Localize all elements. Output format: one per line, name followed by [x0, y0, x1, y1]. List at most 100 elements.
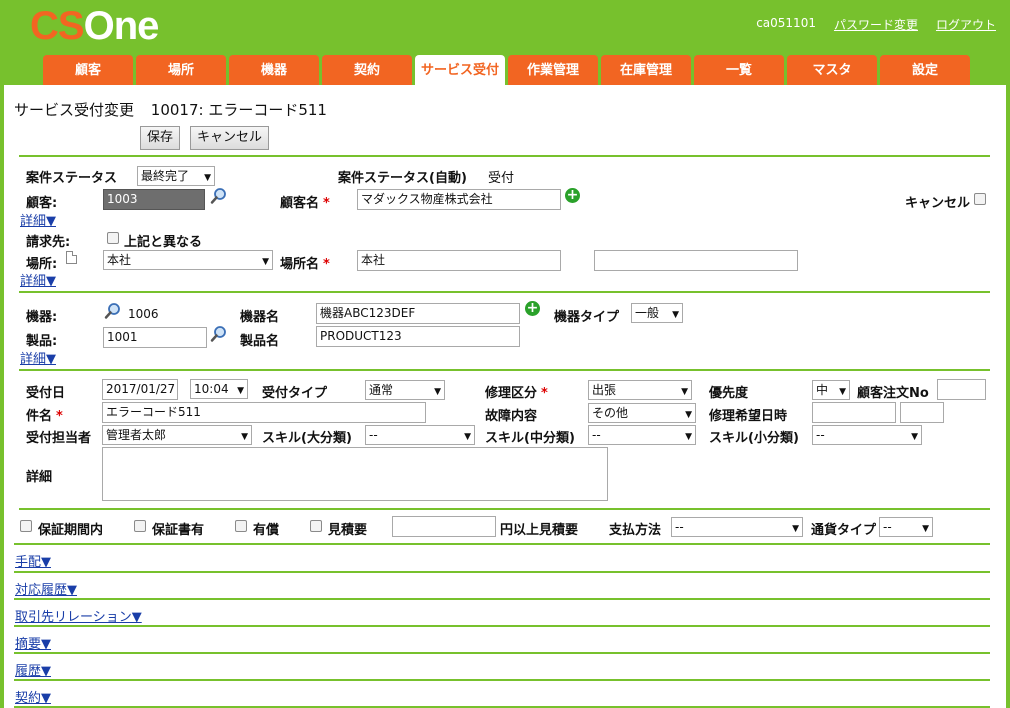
detail-label: 詳細: [26, 470, 53, 485]
section-contract-link[interactable]: 契約▼: [15, 687, 51, 706]
logout-link[interactable]: ログアウト: [936, 16, 996, 33]
product-label: 製品:: [26, 334, 58, 349]
location-details-link[interactable]: 詳細▼: [20, 270, 56, 289]
product-name-field[interactable]: PRODUCT123: [316, 326, 520, 347]
save-button[interactable]: 保存: [140, 126, 181, 150]
section-arrangement-link[interactable]: 手配▼: [15, 551, 51, 570]
add-customer-icon[interactable]: +: [565, 188, 580, 203]
reception-type-select[interactable]: 通常: [365, 380, 445, 400]
divider: [14, 652, 990, 654]
section-summary-link[interactable]: 摘要▼: [15, 633, 51, 652]
main-content: サービス受付変更 10017: エラーコード511 保存 キャンセル 案件ステー…: [4, 85, 1006, 708]
customer-order-label: 顧客注文No: [857, 386, 929, 401]
top-nav: ca051101 パスワード変更 ログアウト: [756, 16, 996, 33]
product-id-field[interactable]: 1001: [103, 327, 207, 348]
payment-method-select[interactable]: --: [671, 517, 803, 537]
case-status-auto-value: 受付: [488, 171, 515, 186]
add-equipment-icon[interactable]: +: [525, 301, 540, 316]
skill-mid-label: スキル(中分類): [485, 431, 575, 446]
location-select[interactable]: 本社: [103, 250, 273, 270]
reception-time-select[interactable]: 10:04: [190, 379, 248, 399]
tab-list[interactable]: 一覧: [694, 55, 784, 85]
tab-contract[interactable]: 契約: [322, 55, 412, 85]
search-product-icon[interactable]: [210, 325, 228, 343]
skill-major-select[interactable]: --: [365, 425, 475, 445]
paid-checkbox[interactable]: [235, 520, 247, 532]
section-partner-relation-link[interactable]: 取引先リレーション▼: [15, 606, 142, 625]
skill-mid-select[interactable]: --: [588, 425, 696, 445]
payment-method-label: 支払方法: [609, 523, 662, 538]
customer-details-link[interactable]: 詳細▼: [20, 210, 56, 229]
currency-type-select[interactable]: --: [879, 517, 933, 537]
search-equipment-icon[interactable]: [104, 302, 122, 320]
tab-settings[interactable]: 設定: [880, 55, 970, 85]
subject-field[interactable]: エラーコード511: [102, 402, 426, 423]
tab-master[interactable]: マスタ: [787, 55, 877, 85]
main-tabs: 顧客 場所 機器 契約 サービス受付 作業管理 在庫管理 一覧 マスタ 設定: [43, 55, 970, 85]
fault-select[interactable]: その他: [588, 403, 696, 423]
document-icon[interactable]: [66, 251, 77, 264]
location-extra-field[interactable]: [594, 250, 798, 271]
repair-class-select[interactable]: 出張: [588, 380, 692, 400]
divider: [19, 508, 990, 510]
billing-differs-checkbox[interactable]: [107, 232, 119, 244]
warranty-period-checkbox[interactable]: [20, 520, 32, 532]
customer-label: 顧客:: [26, 196, 58, 211]
divider: [14, 625, 990, 627]
warranty-doc-checkbox[interactable]: [134, 520, 146, 532]
desired-time-field[interactable]: [900, 402, 944, 423]
estimate-suffix-label: 円以上見積要: [500, 523, 579, 538]
page-title: サービス受付変更 10017: エラーコード511: [14, 99, 327, 120]
equipment-type-select[interactable]: 一般: [631, 303, 683, 323]
tab-customer[interactable]: 顧客: [43, 55, 133, 85]
location-name-field[interactable]: 本社: [357, 250, 561, 271]
logo-one: One: [83, 4, 160, 48]
case-status-auto-label: 案件ステータス(自動): [338, 171, 467, 186]
equipment-type-label: 機器タイプ: [554, 310, 620, 325]
priority-select[interactable]: 中: [812, 380, 850, 400]
product-name-label: 製品名: [240, 334, 280, 349]
case-status-select[interactable]: 最終完了: [137, 166, 215, 186]
customer-name-field[interactable]: マダックス物産株式会社: [357, 189, 561, 210]
tab-inventory[interactable]: 在庫管理: [601, 55, 691, 85]
estimate-label: 見積要: [328, 523, 368, 538]
reception-type-label: 受付タイプ: [262, 386, 328, 401]
user-id: ca051101: [756, 16, 816, 30]
customer-id-field[interactable]: 1003: [103, 189, 205, 210]
tab-equipment[interactable]: 機器: [229, 55, 319, 85]
divider: [19, 369, 990, 371]
equipment-name-field[interactable]: 機器ABC123DEF: [316, 303, 520, 324]
staff-select[interactable]: 管理者太郎: [102, 425, 252, 445]
reception-date-field[interactable]: 2017/01/27: [102, 379, 178, 400]
tab-location[interactable]: 場所: [136, 55, 226, 85]
cancel-button[interactable]: キャンセル: [190, 126, 270, 150]
customer-order-field[interactable]: [937, 379, 986, 400]
divider: [14, 543, 990, 545]
estimate-checkbox[interactable]: [310, 520, 322, 532]
divider: [19, 155, 990, 157]
password-change-link[interactable]: パスワード変更: [834, 16, 918, 33]
section-history-link[interactable]: 履歴▼: [15, 660, 51, 679]
skill-minor-label: スキル(小分類): [709, 431, 799, 446]
warranty-doc-label: 保証書有: [152, 523, 205, 538]
equipment-details-link[interactable]: 詳細▼: [20, 348, 56, 367]
desired-date-label: 修理希望日時: [709, 409, 788, 424]
staff-label: 受付担当者: [26, 431, 92, 446]
billing-label: 請求先:: [26, 235, 71, 250]
tab-service-reception[interactable]: サービス受付: [415, 55, 505, 85]
paid-label: 有償: [253, 523, 280, 538]
detail-textarea[interactable]: [102, 447, 608, 501]
cancel-flag-label: キャンセル: [905, 196, 971, 211]
cancel-checkbox[interactable]: [974, 193, 986, 205]
divider: [14, 679, 990, 681]
desired-date-field[interactable]: [812, 402, 896, 423]
fault-label: 故障内容: [485, 409, 538, 424]
equipment-label: 機器:: [26, 310, 58, 325]
search-customer-icon[interactable]: [210, 187, 228, 205]
billing-differs-label: 上記と異なる: [124, 235, 203, 250]
repair-class-label: 修理区分 *: [485, 386, 548, 401]
section-response-history-link[interactable]: 対応履歴▼: [15, 579, 77, 598]
estimate-amount-field[interactable]: [392, 516, 496, 537]
skill-minor-select[interactable]: --: [812, 425, 922, 445]
tab-work-management[interactable]: 作業管理: [508, 55, 598, 85]
